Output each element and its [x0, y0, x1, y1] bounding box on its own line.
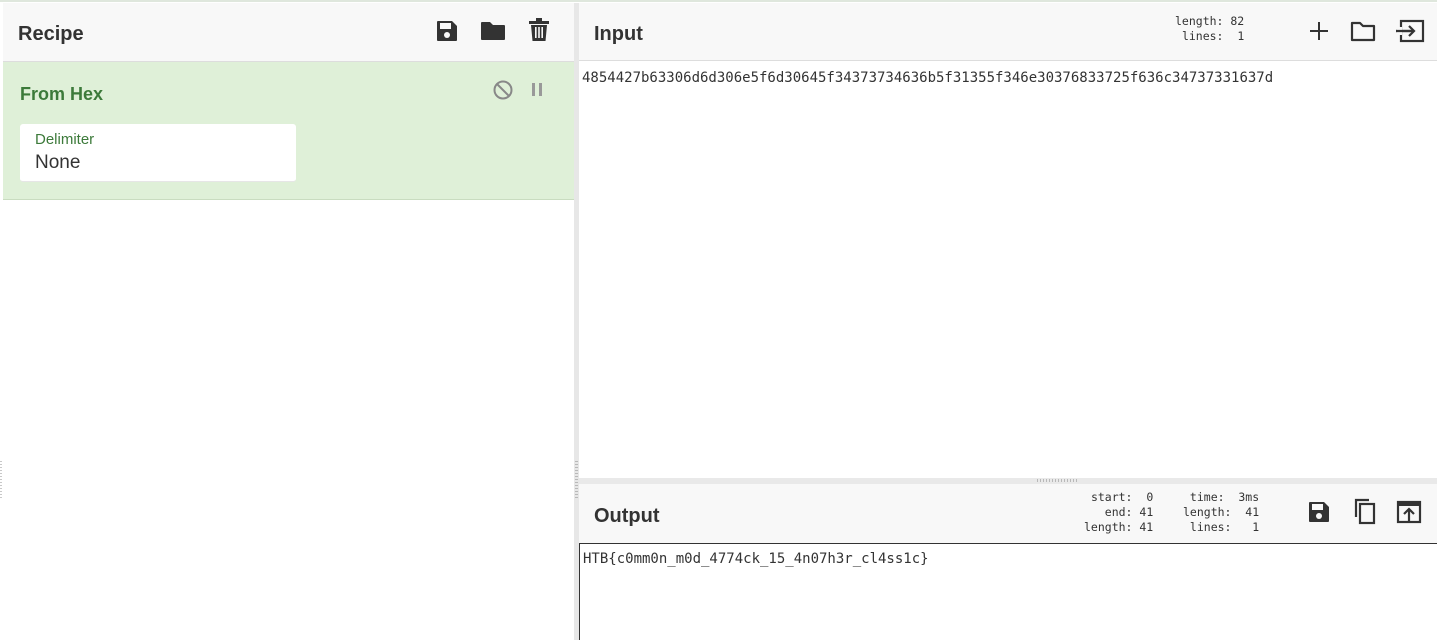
- delimiter-value[interactable]: None: [35, 152, 80, 174]
- output-stats-left: start: 0 end: 41 length: 41: [1084, 490, 1154, 534]
- input-header: Input length: 82 lines: 1: [579, 3, 1437, 61]
- horizontal-resize-grip[interactable]: [1037, 479, 1077, 482]
- disable-icon[interactable]: [492, 79, 514, 101]
- replace-input-icon[interactable]: [1396, 499, 1422, 525]
- operation-from-hex[interactable]: From Hex Delimiter None: [3, 62, 574, 200]
- recipe-title: Recipe: [18, 23, 84, 45]
- operation-title: From Hex: [20, 84, 104, 104]
- clear-recipe-trash-icon[interactable]: [526, 17, 552, 43]
- top-border: [0, 0, 1437, 2]
- delimiter-label: Delimiter: [35, 131, 95, 148]
- save-recipe-icon[interactable]: [434, 18, 460, 44]
- delimiter-field[interactable]: Delimiter None: [20, 124, 296, 182]
- vertical-resize-grip[interactable]: [575, 461, 578, 499]
- input-stats: length: 82 lines: 1: [1175, 14, 1245, 43]
- load-recipe-folder-icon[interactable]: [480, 18, 506, 44]
- input-textarea[interactable]: 4854427b63306d6d306e5f6d30645f3437373463…: [579, 62, 1437, 478]
- save-output-icon[interactable]: [1306, 499, 1332, 525]
- plus-icon[interactable]: [1306, 18, 1332, 44]
- output-textarea[interactable]: HTB{c0mm0n_m0d_4774ck_15_4n07h3r_cl4ss1c…: [579, 543, 1437, 640]
- copy-icon[interactable]: [1351, 498, 1377, 525]
- output-stats-right: time: 3ms length: 41 lines: 1: [1183, 490, 1260, 534]
- recipe-header: Recipe: [3, 3, 574, 62]
- open-file-folder-icon[interactable]: [1350, 18, 1376, 44]
- cyberchef-app: Recipe From Hex Delimiter None Input len…: [0, 0, 1437, 640]
- pause-icon[interactable]: [529, 81, 545, 99]
- output-title: Output: [594, 505, 660, 527]
- input-swap-icon[interactable]: [1395, 18, 1425, 44]
- input-title: Input: [594, 23, 643, 45]
- left-resize-grip[interactable]: [0, 461, 2, 499]
- output-header: Output start: 0 end: 41 length: 41 time:…: [579, 484, 1437, 543]
- input-text[interactable]: 4854427b63306d6d306e5f6d30645f3437373463…: [582, 70, 1273, 86]
- recipe-panel: Recipe From Hex Delimiter None: [3, 3, 574, 640]
- output-text[interactable]: HTB{c0mm0n_m0d_4774ck_15_4n07h3r_cl4ss1c…: [583, 551, 929, 567]
